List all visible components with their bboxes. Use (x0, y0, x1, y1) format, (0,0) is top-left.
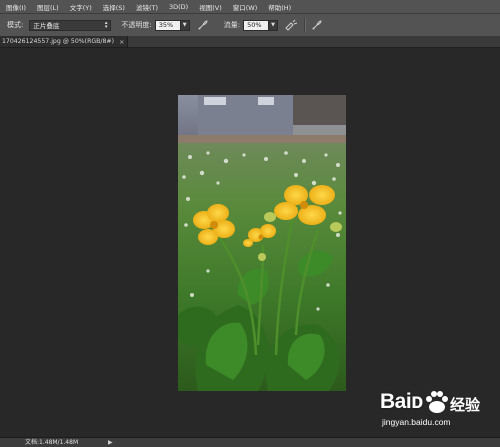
menu-layer[interactable]: 图层(L) (31, 2, 64, 12)
menu-image[interactable]: 图像(I) (0, 2, 31, 12)
options-bar: 模式: 正片叠底 ▴ ▾ 不透明度: 35% ▼ 流量: 50% ▼ (0, 13, 500, 37)
menu-window[interactable]: 窗口(W) (227, 2, 263, 12)
updown-arrows-icon: ▴ ▾ (104, 20, 108, 30)
opacity-input[interactable]: 35% (154, 19, 181, 31)
chevron-down-icon: ▼ (182, 22, 187, 28)
pressure-size-icon[interactable] (310, 18, 324, 32)
watermark-url: jingyan.baidu.com (382, 417, 451, 427)
menu-select[interactable]: 选择(S) (97, 2, 130, 12)
toolbar-separator (304, 18, 307, 32)
paw-logo-icon (426, 391, 448, 413)
close-icon[interactable]: × (119, 38, 124, 46)
mode-select[interactable]: 正片叠底 ▴ ▾ (29, 19, 112, 31)
menu-type[interactable]: 文字(Y) (64, 2, 97, 12)
airbrush-icon[interactable] (284, 18, 298, 32)
mode-value: 正片叠底 (33, 22, 60, 30)
baidu-jingyan-watermark: Baiᴅ 经验 jingyan.baidu.com (362, 384, 500, 436)
pressure-opacity-icon[interactable] (196, 18, 210, 32)
document-tab[interactable]: 170426124557.jpg @ 50%(RGB/8#) × (0, 36, 128, 47)
menu-view[interactable]: 视图(V) (193, 2, 227, 12)
document-tab-title: 170426124557.jpg @ 50%(RGB/8#) (2, 38, 115, 45)
opacity-label: 不透明度: (121, 21, 152, 29)
chevron-down-icon: ▼ (271, 22, 275, 28)
flow-dropdown-button[interactable]: ▼ (269, 19, 279, 31)
menu-filter[interactable]: 滤镜(T) (130, 2, 163, 12)
watermark-brand-cn: 经验 (450, 396, 481, 414)
document-image[interactable] (178, 95, 346, 391)
status-menu-arrow-icon[interactable]: ▶ (108, 439, 113, 446)
menu-help[interactable]: 帮助(H) (262, 2, 296, 12)
document-tab-bar: 170426124557.jpg @ 50%(RGB/8#) × (0, 36, 500, 48)
menu-3d[interactable]: 3D(D) (163, 3, 193, 11)
flow-input[interactable]: 50% (243, 19, 270, 31)
mode-label: 模式: (7, 21, 24, 29)
menu-bar: 图像(I) 图层(L) 文字(Y) 选择(S) 滤镜(T) 3D(D) 视图(V… (0, 0, 500, 13)
flow-label: 流量: (223, 21, 241, 29)
flower-photo (178, 95, 346, 391)
opacity-dropdown-button[interactable]: ▼ (180, 19, 190, 31)
canvas-area[interactable] (0, 48, 500, 437)
watermark-brand: Baiᴅ (380, 390, 423, 413)
